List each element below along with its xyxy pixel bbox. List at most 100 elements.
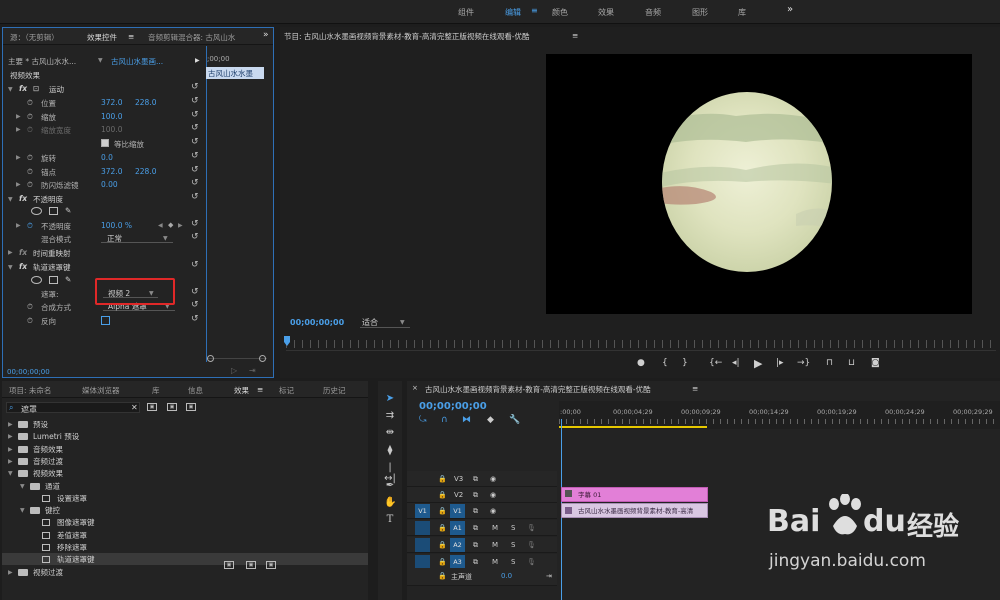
program-video-frame[interactable]	[546, 54, 972, 314]
motion-expand-icon[interactable]: ▼	[8, 86, 13, 93]
source-patch-a1[interactable]	[415, 521, 430, 535]
effects-tree-row[interactable]: 差值遮罩	[2, 529, 368, 541]
motion-row[interactable]: ▼ fx ⊡ 运动	[3, 83, 205, 95]
keyframe-add-icon[interactable]: ◆	[168, 221, 173, 229]
solo-button[interactable]: S	[511, 541, 515, 549]
workspace-tab-graphics[interactable]: 图形	[692, 7, 708, 18]
tree-expand-icon[interactable]: ▶	[8, 446, 13, 453]
opacity-section-row[interactable]: ▼ fx 不透明度	[3, 193, 205, 205]
effects-tree-row[interactable]: ▶ 视频过渡	[2, 566, 368, 578]
reset-icon-scale-width[interactable]: ↺	[191, 123, 199, 133]
master-lock-icon[interactable]: 🔒	[438, 572, 447, 580]
track-eye-icon[interactable]: ◉	[490, 491, 496, 499]
master-goto-icon[interactable]: ⇥	[546, 572, 552, 580]
timeline-close-icon[interactable]: ×	[412, 384, 418, 392]
track-matte-row[interactable]: ▼ fx 轨道遮罩键	[3, 261, 205, 273]
pen-mask-icon-2[interactable]: ✎	[65, 275, 71, 284]
ellipse-mask-icon-2[interactable]	[31, 276, 42, 284]
reset-icon-track-matte[interactable]: ↺	[191, 260, 199, 270]
pen-tool-icon[interactable]: ✒	[384, 480, 396, 492]
track-target-a3[interactable]: A3	[450, 555, 465, 569]
blend-mode-dropdown[interactable]: 正常 ▼	[101, 233, 173, 243]
master-volume[interactable]: 0.0	[501, 572, 512, 580]
effects-tree-row[interactable]: ▶ Lumetri 预设	[2, 430, 368, 442]
extract-icon[interactable]: ⊔	[848, 358, 855, 368]
effects-tree-row[interactable]: 图像遮罩键	[2, 516, 368, 528]
effects-tree-row[interactable]: 移除遮罩	[2, 541, 368, 553]
track-target-a1[interactable]: A1	[450, 521, 465, 535]
track-lock-icon[interactable]: 🔒	[438, 491, 447, 499]
timeline-ruler[interactable]: :00;00 00;00;04;29 00;00;09;29 00;00;14;29 0…	[559, 401, 1000, 429]
yuv-effects-icon[interactable]: ▣	[186, 403, 196, 411]
tab-audio-mixer[interactable]: 音频剪辑混合器: 古风山水	[148, 32, 235, 43]
ec-timecode[interactable]: 00;00;00;00	[7, 368, 50, 376]
source-patch-a2[interactable]	[415, 538, 430, 552]
search-clear-icon[interactable]: ✕	[131, 403, 138, 412]
play-clip-icon[interactable]: ▶	[195, 57, 200, 64]
tab-media-browser[interactable]: 媒体浏览器	[82, 385, 120, 396]
opacity-expand-icon-2[interactable]: ▶	[16, 222, 21, 229]
ec-scroll-handle-left[interactable]	[207, 355, 214, 362]
source-patch-v1[interactable]: V1	[415, 504, 430, 518]
reset-icon-blend[interactable]: ↺	[191, 232, 199, 242]
go-to-out-icon[interactable]: →}	[797, 358, 810, 368]
tab-effects[interactable]: 效果	[234, 385, 249, 396]
hand-tool-icon[interactable]: ✋	[384, 497, 396, 509]
source-patch-a3[interactable]	[415, 555, 430, 569]
timeline-timecode[interactable]: 00;00;00;00	[419, 401, 487, 412]
ec-mini-clip[interactable]: 古风山水水墨	[206, 67, 264, 79]
solo-button[interactable]: S	[511, 558, 515, 566]
tree-expand-icon[interactable]: ▶	[8, 458, 13, 465]
reset-icon-opacity[interactable]: ↺	[191, 219, 199, 229]
reset-icon-matte[interactable]: ↺	[191, 287, 199, 297]
effects-tree-row[interactable]: 轨道遮罩键	[2, 553, 368, 566]
effects-tree-row[interactable]: 设置遮罩	[2, 492, 368, 504]
linked-selection-icon[interactable]: ⧓	[462, 415, 471, 425]
reset-icon-flicker[interactable]: ↺	[191, 178, 199, 188]
keyframe-next-icon[interactable]: ▶	[178, 222, 183, 229]
tree-expand-icon[interactable]: ▼	[8, 470, 13, 477]
mute-button[interactable]: M	[492, 541, 498, 549]
keyframe-prev-icon[interactable]: ◀	[158, 222, 163, 229]
rotation-stopwatch-icon[interactable]: ⏱	[27, 153, 33, 163]
effects-tree-row[interactable]: ▶ 音频效果	[2, 443, 368, 455]
motion-transform-icon[interactable]: ⊡	[33, 84, 39, 93]
mic-icon[interactable]: 🎙	[527, 524, 536, 532]
ec-export-icon[interactable]: ⇥	[249, 366, 256, 375]
snap-icon[interactable]: ∩	[441, 415, 448, 425]
time-remap-expand-icon[interactable]: ▶	[8, 249, 13, 256]
reset-icon-rotation[interactable]: ↺	[191, 151, 199, 161]
work-area-bar[interactable]	[559, 426, 707, 428]
timeline-title[interactable]: 古风山水水墨画视频背景素材-教育-高清完整正版视频在线观看-优酷	[425, 384, 651, 395]
reset-icon-scale[interactable]: ↺	[191, 110, 199, 120]
program-menu-icon[interactable]: ≡	[572, 31, 578, 40]
tab-source[interactable]: 源：（无剪辑）	[10, 32, 59, 43]
clip-label[interactable]: 古风山水墨画...	[111, 56, 163, 67]
reset-icon-anchor[interactable]: ↺	[191, 165, 199, 175]
pen-mask-icon[interactable]: ✎	[65, 206, 71, 215]
mic-icon[interactable]: 🎙	[527, 558, 536, 566]
anchor-y-value[interactable]: 228.0	[135, 167, 156, 176]
track-sync-icon[interactable]: ⧉	[473, 541, 478, 550]
ellipse-mask-icon[interactable]	[31, 207, 42, 215]
rectangle-mask-icon-2[interactable]	[49, 276, 58, 284]
mark-out-icon[interactable]: }	[682, 358, 688, 368]
ripple-edit-tool-icon[interactable]: ⇹	[384, 427, 396, 439]
tree-expand-icon[interactable]: ▼	[20, 483, 25, 490]
tab-effect-controls[interactable]: 效果控件	[87, 32, 117, 43]
ec-horizontal-scrollbar[interactable]	[207, 355, 267, 364]
composite-stopwatch-icon[interactable]: ⏱	[27, 302, 33, 312]
reset-icon-uniform[interactable]: ↺	[191, 137, 199, 147]
effects-tree-row[interactable]: ▼ 通道	[2, 480, 368, 492]
position-stopwatch-icon[interactable]: ⏱	[27, 98, 33, 108]
effects-tab-menu-icon[interactable]: ≡	[257, 385, 263, 394]
rotation-value[interactable]: 0.0	[101, 153, 113, 162]
mic-icon[interactable]: 🎙	[527, 541, 536, 549]
settings-wrench-icon[interactable]: 🔧	[509, 415, 520, 425]
effects-tree-row[interactable]: ▶ 音频过渡	[2, 455, 368, 467]
flicker-stopwatch-icon[interactable]: ⏱	[27, 180, 33, 190]
track-eye-icon[interactable]: ◉	[490, 475, 496, 483]
opacity-value[interactable]: 100.0 %	[101, 221, 132, 230]
nest-icon[interactable]: ⤿	[419, 415, 427, 425]
track-select-tool-icon[interactable]: ⇉	[384, 410, 396, 422]
